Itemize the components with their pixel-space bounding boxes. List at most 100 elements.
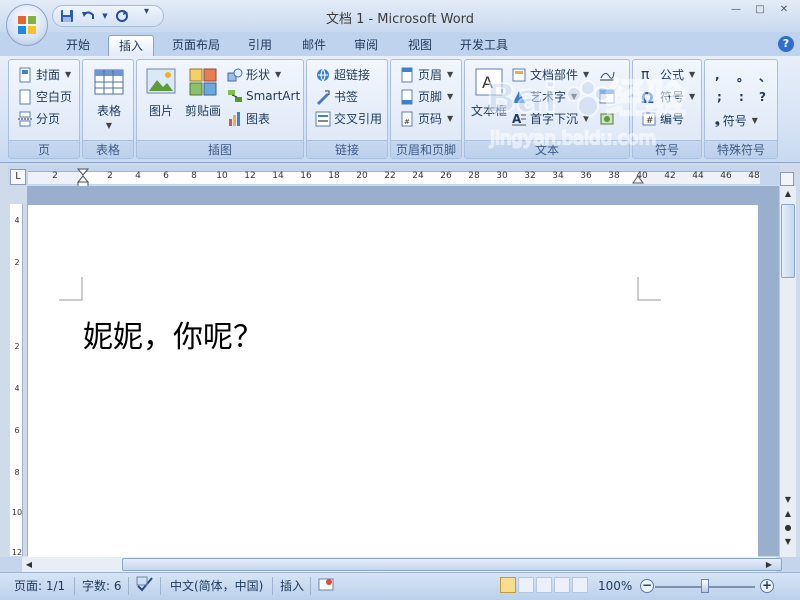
semicolon-mark-button[interactable]: ;: [717, 90, 722, 104]
numbering-button[interactable]: # 编号: [641, 110, 684, 127]
picture-button[interactable]: 图片: [141, 66, 181, 119]
vertical-scroll-thumb[interactable]: [781, 204, 795, 278]
macro-record-icon[interactable]: [318, 576, 334, 598]
minimize-button[interactable]: —: [724, 0, 748, 18]
quick-parts-icon: [511, 67, 527, 83]
zoom-slider-thumb[interactable]: [701, 579, 709, 593]
scroll-up-icon[interactable]: ▲: [780, 186, 796, 202]
status-separator: [310, 577, 311, 595]
right-indent-marker-icon[interactable]: [632, 170, 644, 186]
period-mark-button[interactable]: 。: [737, 68, 749, 85]
draft-view-icon[interactable]: [572, 577, 588, 593]
wordart-label: 艺术字: [530, 90, 567, 104]
horizontal-scrollbar[interactable]: ◀ ▶: [0, 557, 800, 572]
dropdown-arrow-icon: ▼: [583, 114, 590, 123]
svg-text:#: #: [646, 116, 654, 126]
header-button[interactable]: 页眉 ▼: [399, 66, 453, 83]
special-symbol-button[interactable]: ❟ 符号 ▼: [715, 112, 758, 129]
web-layout-view-icon[interactable]: [536, 577, 552, 593]
help-icon[interactable]: ?: [778, 36, 794, 52]
shapes-button[interactable]: 形状 ▼: [227, 66, 281, 83]
tab-developer[interactable]: 开发工具: [452, 35, 516, 56]
zoom-in-icon[interactable]: +: [760, 579, 774, 593]
scroll-right-icon[interactable]: ▶: [762, 557, 776, 572]
table-label: 表格: [96, 104, 121, 118]
maximize-button[interactable]: □: [748, 0, 772, 18]
tab-home[interactable]: 开始: [58, 35, 98, 56]
page-break-button[interactable]: 分页: [17, 110, 60, 127]
status-insert-mode[interactable]: 插入: [280, 576, 304, 596]
dropdown-arrow-icon: ▼: [583, 70, 590, 79]
hyperlink-button[interactable]: 超链接: [315, 66, 370, 83]
group-label-special-symbols: 特殊符号: [705, 140, 777, 158]
document-page[interactable]: [28, 205, 758, 557]
status-separator: [160, 577, 161, 595]
vertical-ruler[interactable]: [10, 204, 23, 556]
footer-button[interactable]: 页脚 ▼: [399, 88, 453, 105]
drop-cap-button[interactable]: A 首字下沉 ▼: [511, 110, 589, 127]
indent-marker-icon[interactable]: [77, 168, 89, 188]
blank-page-button[interactable]: 空白页: [17, 88, 72, 105]
tab-mailings[interactable]: 邮件: [294, 35, 334, 56]
symbol-button[interactable]: Ω 符号 ▼: [641, 88, 695, 107]
page-break-icon: [17, 111, 33, 127]
horizontal-scroll-track[interactable]: ◀ ▶: [22, 557, 782, 572]
tab-references[interactable]: 引用: [240, 35, 280, 56]
vertical-scrollbar[interactable]: ▲ ▼ ▲ ● ▼: [779, 186, 796, 557]
question-mark-button[interactable]: ?: [759, 90, 766, 104]
tab-view[interactable]: 视图: [400, 35, 440, 56]
close-button[interactable]: ✕: [772, 0, 796, 18]
textbox-button[interactable]: A 文本框: [469, 66, 509, 119]
enumeration-comma-button[interactable]: 、: [759, 68, 771, 85]
chart-button[interactable]: 图表: [227, 110, 270, 127]
tab-insert[interactable]: 插入: [108, 35, 154, 56]
view-ruler-toggle-icon[interactable]: [780, 172, 794, 186]
page-number-button[interactable]: # 页码 ▼: [399, 110, 453, 127]
chart-icon: [227, 111, 243, 127]
svg-text:#: #: [404, 118, 410, 126]
tab-selector-button[interactable]: L: [10, 169, 26, 185]
svg-text:A: A: [482, 73, 493, 92]
full-screen-reading-view-icon[interactable]: [518, 577, 534, 593]
ruler-number: 22: [384, 171, 396, 181]
tab-page-layout[interactable]: 页面布局: [164, 35, 228, 56]
insert-object-button[interactable]: [599, 110, 615, 126]
print-layout-view-icon[interactable]: [500, 577, 516, 593]
zoom-out-icon[interactable]: −: [640, 579, 654, 593]
wordart-button[interactable]: 艺术字 ▼: [511, 88, 577, 105]
comma-mark-button[interactable]: ,: [715, 68, 720, 82]
ruler-number: 2: [14, 342, 20, 351]
clipart-button[interactable]: 剪贴画: [181, 66, 225, 119]
proofing-icon[interactable]: [136, 576, 154, 598]
group-header-footer: 页眉 ▼ 页脚 ▼ # 页码 ▼ 页眉和页脚: [390, 59, 462, 159]
quick-parts-button[interactable]: 文档部件 ▼: [511, 66, 589, 83]
zoom-level[interactable]: 100%: [598, 576, 632, 596]
smartart-label: SmartArt: [246, 89, 301, 103]
ruler-number: 10: [11, 508, 23, 517]
group-special-symbols: , 。 、 ; : ? ❟ 符号 ▼ 特殊符号: [704, 59, 778, 159]
signature-line-button[interactable]: [599, 66, 615, 82]
smartart-button[interactable]: SmartArt: [227, 88, 300, 104]
status-word-count[interactable]: 字数: 6: [82, 576, 122, 596]
hyperlink-label: 超链接: [334, 68, 371, 82]
date-time-button[interactable]: [599, 88, 615, 104]
horizontal-scroll-thumb[interactable]: [122, 558, 782, 571]
office-button[interactable]: [6, 4, 48, 46]
ruler-number: 32: [524, 171, 536, 181]
status-language[interactable]: 中文(简体，中国): [170, 576, 263, 596]
picture-icon: [145, 66, 177, 98]
cross-reference-button[interactable]: 交叉引用: [315, 110, 382, 127]
scroll-left-icon[interactable]: ◀: [22, 557, 36, 572]
colon-mark-button[interactable]: :: [739, 90, 744, 104]
dropdown-arrow-icon: ▼: [105, 121, 113, 130]
cover-page-button[interactable]: 封面 ▼: [17, 66, 71, 83]
equation-button[interactable]: π 公式 ▼: [641, 66, 695, 83]
status-page[interactable]: 页面: 1/1: [14, 576, 65, 596]
group-label-text: 文本: [465, 140, 629, 158]
next-page-icon[interactable]: ▼: [780, 534, 796, 550]
tab-review[interactable]: 审阅: [346, 35, 386, 56]
bookmark-button[interactable]: 书签: [315, 88, 358, 105]
outline-view-icon[interactable]: [554, 577, 570, 593]
table-button[interactable]: 表格 ▼: [89, 66, 129, 130]
document-body-text[interactable]: 妮妮，你呢？: [83, 312, 263, 356]
